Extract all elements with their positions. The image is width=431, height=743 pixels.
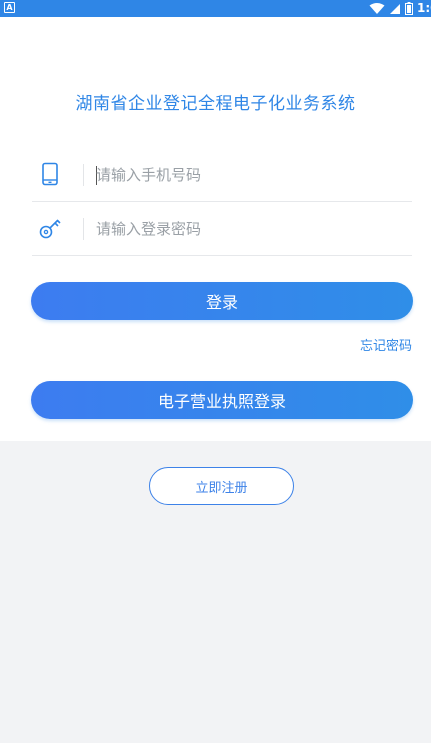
register-button[interactable]: 立即注册 — [149, 467, 294, 505]
password-field-row — [32, 202, 412, 256]
password-input[interactable] — [96, 214, 396, 244]
status-time: 1:0 — [417, 1, 431, 15]
notification-icon: A — [4, 2, 15, 13]
battery-icon — [405, 2, 413, 15]
key-icon — [39, 219, 61, 239]
wifi-icon — [369, 2, 385, 14]
phone-icon — [42, 162, 58, 186]
status-bar: A 1:0 — [0, 0, 431, 17]
signal-icon — [390, 3, 400, 14]
phone-field-row — [32, 148, 412, 202]
status-icons: 1:0 — [369, 0, 431, 17]
field-divider — [83, 164, 84, 186]
license-login-button[interactable]: 电子营业执照登录 — [31, 381, 413, 419]
login-panel: 湖南省企业登记全程电子化业务系统 登录 忘记密码 电子营业执照登录 — [0, 17, 431, 441]
page-title: 湖南省企业登记全程电子化业务系统 — [75, 94, 356, 114]
field-divider — [83, 218, 84, 240]
forgot-password-link[interactable]: 忘记密码 — [360, 335, 412, 354]
login-button[interactable]: 登录 — [31, 282, 413, 320]
phone-input[interactable] — [96, 160, 396, 190]
